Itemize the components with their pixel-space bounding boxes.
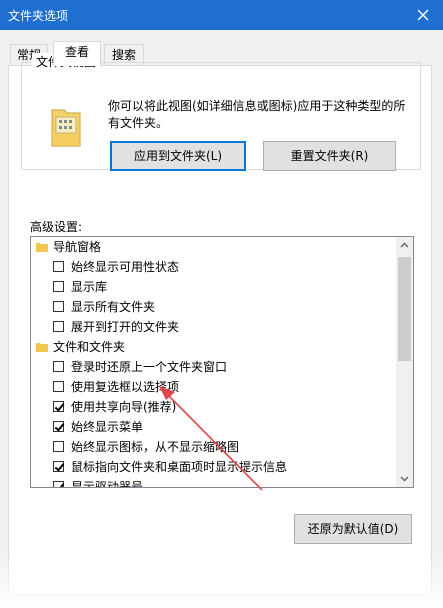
- vertical-scrollbar[interactable]: [396, 237, 413, 487]
- scrollbar-thumb[interactable]: [398, 257, 411, 361]
- advanced-settings-list[interactable]: 导航窗格始终显示可用性状态 显示库显示所有文件夹展开到打开的文件夹文件和文件夹登录…: [30, 236, 414, 488]
- reset-folders-button[interactable]: 重置文件夹(R): [263, 141, 396, 171]
- option-checkbox[interactable]: [53, 261, 64, 272]
- option-label: 使用复选框以选择项: [71, 380, 180, 394]
- option-checkbox[interactable]: [53, 401, 64, 412]
- window-title: 文件夹选项: [8, 9, 69, 23]
- folder-icon: [36, 343, 48, 352]
- settings-option[interactable]: 始终显示图标，从不显示缩略图: [31, 437, 395, 457]
- settings-option[interactable]: 鼠标指向文件夹和桌面项时显示提示信息: [31, 457, 395, 477]
- settings-option[interactable]: 使用共享向导(推荐): [31, 397, 395, 417]
- close-icon[interactable]: [413, 5, 433, 25]
- tab-view[interactable]: 查看: [53, 41, 101, 66]
- option-label: 始终显示可用性状态: [71, 260, 180, 274]
- option-label: 始终显示菜单: [71, 420, 144, 434]
- folder-icon: [36, 243, 48, 252]
- apply-to-folders-button[interactable]: 应用到文件夹(L): [110, 141, 246, 171]
- restore-defaults-button[interactable]: 还原为默认值(D): [294, 514, 412, 544]
- option-label: 登录时还原上一个文件夹窗口: [71, 360, 228, 374]
- scroll-up-icon[interactable]: [396, 237, 413, 254]
- option-checkbox[interactable]: [53, 281, 64, 292]
- option-label: 使用共享向导(推荐): [71, 400, 177, 414]
- settings-option[interactable]: 始终显示可用性状态: [31, 257, 395, 277]
- folder-view-icon: [51, 109, 81, 147]
- option-label: 始终显示图标，从不显示缩略图: [71, 440, 240, 454]
- option-checkbox[interactable]: [53, 421, 64, 432]
- option-checkbox[interactable]: [53, 441, 64, 452]
- option-label: 导航窗格: [53, 240, 102, 254]
- option-label: 鼠标指向文件夹和桌面项时显示提示信息: [71, 460, 288, 474]
- settings-option[interactable]: 显示所有文件夹: [31, 297, 395, 317]
- advanced-settings-label: 高级设置:: [30, 220, 83, 234]
- settings-option[interactable]: 使用复选框以选择项: [31, 377, 395, 397]
- option-checkbox[interactable]: [53, 321, 64, 332]
- option-label: 显示驱动器号: [71, 480, 144, 488]
- settings-option[interactable]: 显示库: [31, 277, 395, 297]
- settings-option[interactable]: 显示驱动器号: [31, 477, 395, 488]
- settings-group-header: 文件和文件夹: [31, 337, 395, 357]
- option-checkbox[interactable]: [53, 461, 64, 472]
- folder-view-description: 你可以将此视图(如详细信息或图标)应用于这种类型的所有文件夹。: [108, 99, 406, 130]
- settings-group-header: 导航窗格: [31, 237, 395, 257]
- option-label: 显示所有文件夹: [71, 300, 156, 314]
- tab-search-label: 搜索: [111, 48, 136, 62]
- option-label: 显示库: [71, 280, 108, 294]
- option-checkbox[interactable]: [53, 381, 64, 392]
- title-bar: 文件夹选项: [0, 0, 443, 30]
- scroll-down-icon[interactable]: [396, 470, 413, 487]
- option-label: 文件和文件夹: [53, 340, 126, 354]
- option-label: 展开到打开的文件夹: [71, 320, 180, 334]
- settings-option[interactable]: 展开到打开的文件夹: [31, 317, 395, 337]
- settings-option[interactable]: 始终显示菜单: [31, 417, 395, 437]
- tab-view-label: 查看: [64, 45, 89, 59]
- option-checkbox[interactable]: [53, 301, 64, 312]
- option-checkbox[interactable]: [53, 481, 64, 487]
- option-checkbox[interactable]: [53, 361, 64, 372]
- settings-option[interactable]: 登录时还原上一个文件夹窗口: [31, 357, 395, 377]
